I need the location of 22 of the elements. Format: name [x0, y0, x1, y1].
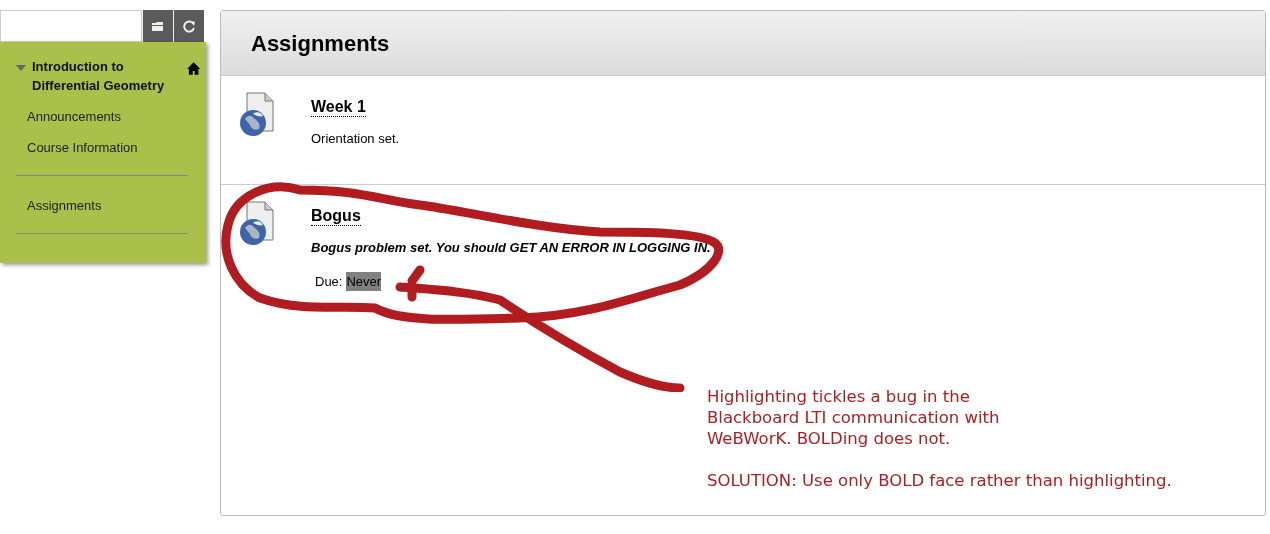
expand-arrow-icon[interactable]: [16, 65, 26, 71]
assignment-description: Orientation set.: [311, 130, 400, 148]
search-field[interactable]: [0, 10, 142, 42]
due-value: Never: [346, 271, 382, 291]
assignment-link[interactable]: Week 1: [311, 98, 366, 117]
menu-link[interactable]: Course Information: [27, 140, 200, 155]
refresh-icon: [182, 19, 196, 33]
menu-link[interactable]: Assignments: [27, 198, 200, 213]
annotation-text: Highlighting tickles a bug in the: [707, 386, 971, 407]
annotation-text: Blackboard LTI communication with: [707, 407, 1001, 428]
assignment-link[interactable]: Bogus: [311, 207, 361, 226]
assignment-description: Bogus problem set. You should GET AN ERROR IN LOGGING IN.: [311, 239, 711, 257]
refresh-button[interactable]: [173, 10, 204, 42]
page-title: Assignments: [251, 29, 390, 58]
annotation-text: WeBWorK. BOLDing does not.: [707, 428, 952, 449]
folder-icon: [151, 20, 165, 32]
course-title[interactable]: Introduction to Differential Geometry: [32, 57, 175, 95]
menu-link[interactable]: Announcements: [27, 109, 200, 124]
home-icon[interactable]: [186, 62, 200, 75]
folder-button[interactable]: [142, 10, 173, 42]
annotation-text: SOLUTION: Use only BOLD face rather than highlighting.: [707, 470, 1172, 491]
due-label: Due:: [315, 272, 343, 291]
